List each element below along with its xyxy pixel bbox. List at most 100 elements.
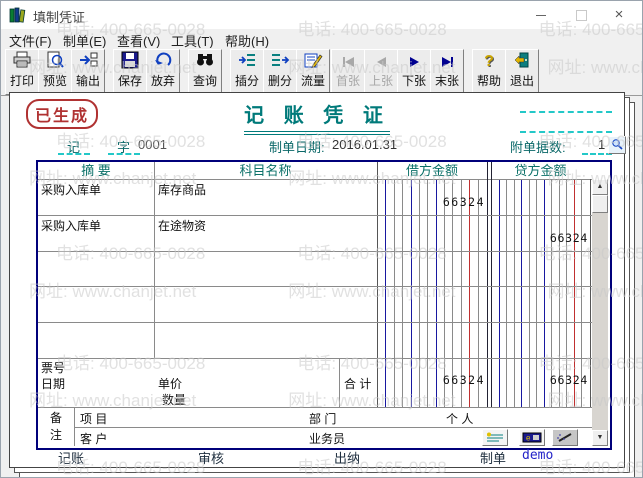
preview-button[interactable]: 预览 bbox=[38, 49, 72, 95]
scroll-down-button[interactable]: ▼ bbox=[592, 430, 608, 446]
toolbar: 打印 预览 输出 保存 放弃 查询 插分 删分 流量 首张 上张 下张 末张 ?… bbox=[1, 48, 642, 95]
insert-line-button[interactable]: 插分 bbox=[230, 49, 264, 95]
date-label: 制单日期: bbox=[269, 140, 325, 155]
table-row bbox=[38, 286, 592, 322]
workspace: 已生成 记 账 凭 证 记 字 0001 制单日期: 2016.01.31 附单… bbox=[1, 92, 642, 477]
abandon-button[interactable]: 放弃 bbox=[146, 49, 180, 95]
summary-cell[interactable]: 采购入库单 bbox=[41, 217, 101, 234]
save-floppy-icon bbox=[114, 51, 146, 73]
preview-icon bbox=[39, 51, 71, 73]
ticket-label: 票号 bbox=[41, 361, 66, 375]
svg-text:e: e bbox=[526, 434, 531, 443]
window-title: 填制凭证 bbox=[33, 10, 86, 25]
magic-wand-icon bbox=[557, 433, 572, 442]
insert-row-icon bbox=[231, 51, 263, 73]
cashier-label: 出纳 bbox=[334, 451, 361, 466]
export-button[interactable]: 输出 bbox=[71, 49, 105, 95]
cashflow-button[interactable]: 流量 bbox=[296, 49, 330, 95]
title-bar: 填制凭证 × bbox=[1, 1, 642, 29]
remark-row: 备注 项 目 客 户 部 门 业务员 个 人 e bbox=[38, 407, 608, 446]
header-debit: 借方金额 bbox=[405, 163, 458, 178]
pen-paper-icon bbox=[297, 51, 329, 73]
dashed-underline bbox=[108, 153, 140, 155]
scroll-thumb[interactable] bbox=[592, 195, 608, 213]
project-label[interactable]: 项 目 bbox=[80, 410, 107, 427]
first-voucher-button[interactable]: 首张 bbox=[331, 49, 365, 95]
prev-voucher-button[interactable]: 上张 bbox=[364, 49, 398, 95]
voucher-table: 摘 要 科目名称 借方金额 贷方金额 采购入库单 库存商品 66324 采购入库… bbox=[36, 160, 612, 450]
quantity-label: 数量 bbox=[162, 393, 187, 407]
person-label[interactable]: 个 人 bbox=[446, 410, 473, 427]
account-cell[interactable]: 库存商品 bbox=[158, 181, 206, 198]
app-books-icon bbox=[9, 7, 26, 23]
help-button[interactable]: ? 帮助 bbox=[472, 49, 506, 95]
table-row bbox=[38, 322, 592, 358]
printer-icon bbox=[6, 51, 38, 73]
dashed-underline bbox=[58, 153, 90, 155]
dashed-line bbox=[520, 111, 612, 113]
magnifier-icon bbox=[612, 139, 623, 150]
attachments-zoom-button[interactable] bbox=[608, 136, 626, 154]
department-label[interactable]: 部 门 bbox=[309, 410, 336, 427]
audit-label: 审核 bbox=[198, 451, 225, 466]
undo-arrow-icon bbox=[147, 51, 179, 73]
header-credit: 贷方金额 bbox=[514, 163, 567, 178]
voucher-title: 记 账 凭 证 bbox=[10, 99, 624, 135]
summary-cell[interactable]: 采购入库单 bbox=[41, 181, 101, 198]
bookkeeping-label: 记账 bbox=[58, 451, 85, 466]
preparer-name: demo bbox=[522, 448, 554, 463]
total-label: 合 计 bbox=[344, 377, 372, 391]
customer-label[interactable]: 客 户 bbox=[80, 430, 107, 447]
total-cell-divider bbox=[339, 358, 340, 407]
detail-card-icon: e bbox=[522, 432, 542, 443]
header-account: 科目名称 bbox=[239, 163, 292, 178]
print-button[interactable]: 打印 bbox=[5, 49, 39, 95]
exit-button[interactable]: 退出 bbox=[505, 49, 539, 95]
table-row bbox=[38, 251, 592, 287]
preparer-label: 制单 bbox=[480, 451, 507, 466]
header-summary: 摘 要 bbox=[81, 163, 111, 178]
table-row: 采购入库单 库存商品 66324 bbox=[38, 179, 592, 215]
voucher-page: 已生成 记 账 凭 证 记 字 0001 制单日期: 2016.01.31 附单… bbox=[9, 92, 626, 468]
exit-door-icon bbox=[506, 51, 538, 73]
export-icon bbox=[72, 51, 104, 73]
next-voucher-button[interactable]: 下张 bbox=[397, 49, 431, 95]
attachments-count[interactable]: 1 bbox=[598, 137, 605, 152]
first-arrow-icon bbox=[332, 51, 364, 73]
maximize-button[interactable] bbox=[564, 1, 598, 29]
table-row: 采购入库单 在途物资 66324 bbox=[38, 215, 592, 251]
account-cell[interactable]: 在途物资 bbox=[158, 217, 206, 234]
detail-view-button[interactable]: e bbox=[519, 429, 545, 446]
totals-row: 票号 日期 单价 数量 合 计 66324 66324 bbox=[38, 358, 608, 407]
remark-label: 备注 bbox=[50, 410, 63, 442]
menu-bar: 文件(F) 制单(E) 查看(V) 工具(T) 帮助(H) bbox=[1, 29, 642, 49]
voucher-window: 填制凭证 × 文件(F) 制单(E) 查看(V) 工具(T) 帮助(H) 打印 … bbox=[0, 0, 643, 478]
notes-icon bbox=[487, 432, 503, 442]
query-button[interactable]: 查询 bbox=[188, 49, 222, 95]
minimize-button[interactable] bbox=[524, 1, 558, 29]
remark-sub-divider bbox=[74, 427, 592, 428]
last-arrow-icon bbox=[431, 51, 463, 73]
total-debit: 66324 bbox=[442, 373, 485, 387]
unit-price-label: 单价 bbox=[158, 377, 183, 391]
credit-cell[interactable]: 66324 bbox=[491, 231, 588, 245]
close-button[interactable]: × bbox=[602, 1, 636, 29]
voucher-date[interactable]: 2016.01.31 bbox=[332, 137, 397, 152]
help-question-icon: ? bbox=[484, 53, 494, 70]
prev-arrow-icon bbox=[365, 51, 397, 73]
save-button[interactable]: 保存 bbox=[113, 49, 147, 95]
attachments-label: 附单据数: bbox=[510, 140, 566, 155]
table-scrollbar[interactable]: ▲ ▼ bbox=[592, 179, 608, 446]
scroll-up-button[interactable]: ▲ bbox=[592, 179, 608, 195]
next-arrow-icon bbox=[398, 51, 430, 73]
delete-line-button[interactable]: 删分 bbox=[263, 49, 297, 95]
last-voucher-button[interactable]: 末张 bbox=[430, 49, 464, 95]
ticket-date-label: 日期 bbox=[41, 377, 66, 391]
debit-cell[interactable]: 66324 bbox=[377, 195, 485, 209]
delete-row-icon bbox=[264, 51, 296, 73]
notes-button[interactable] bbox=[482, 429, 508, 446]
voucher-number[interactable]: 0001 bbox=[138, 137, 167, 152]
wizard-button[interactable] bbox=[552, 429, 578, 446]
dashed-line bbox=[520, 131, 612, 133]
salesman-label[interactable]: 业务员 bbox=[309, 430, 345, 447]
